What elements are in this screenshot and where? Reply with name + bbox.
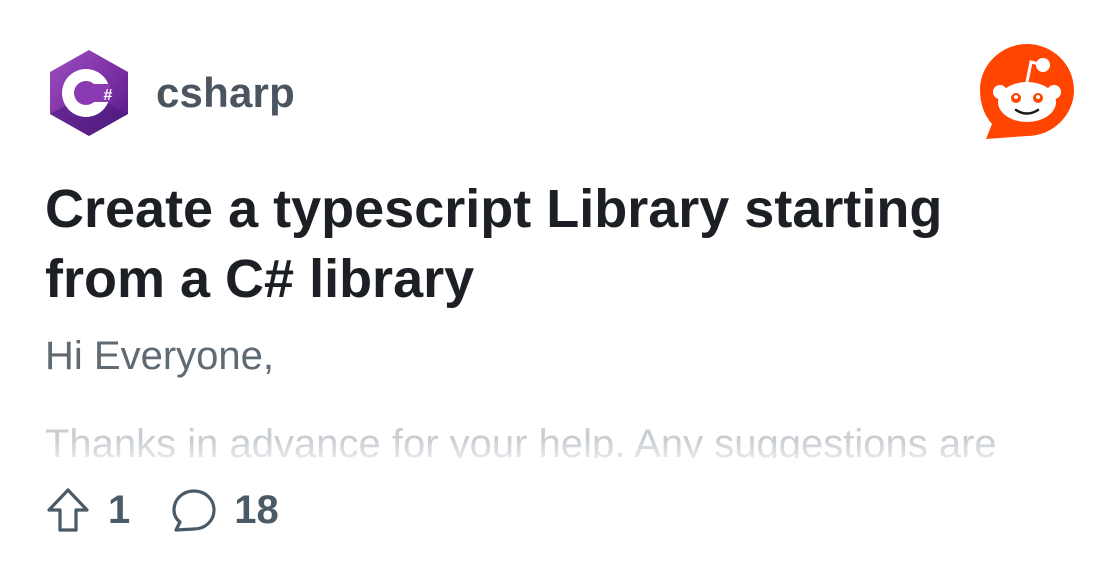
svg-text:#: # [104,87,113,104]
subreddit-name[interactable]: csharp [156,69,295,117]
upvote-arrow-icon[interactable] [44,486,92,534]
subreddit-header[interactable]: # csharp [46,48,295,138]
csharp-logo-icon: # [50,50,128,136]
comment-stat[interactable]: 18 [170,486,279,534]
post-body-faded-line: Thanks in advance for your help. Any sug… [45,422,997,458]
comment-bubble-icon[interactable] [170,486,218,534]
post-body-first-line: Hi Everyone, [45,334,274,378]
reddit-snoo-logo [980,44,1074,139]
post-stats: 1 18 [44,484,279,536]
post-share-card: # csharp Create a typescript Library sta… [0,0,1120,584]
comment-count: 18 [234,487,279,532]
upvote-stat[interactable]: 1 [44,486,130,534]
post-body-fade: Thanks in advance for your help. Any sug… [45,420,1085,458]
post-title[interactable]: Create a typescript Library starting fro… [45,174,1055,314]
upvote-count: 1 [108,487,131,532]
